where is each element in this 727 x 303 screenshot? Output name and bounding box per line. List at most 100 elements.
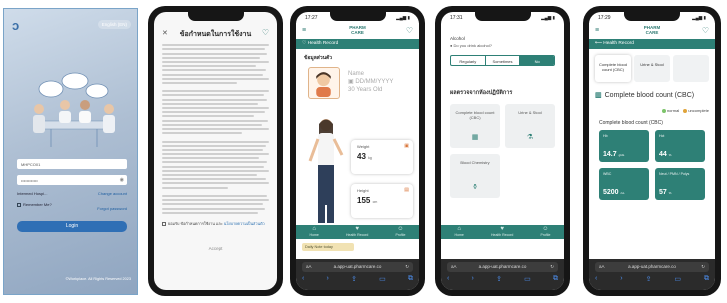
url-text: a.app-uat.pharmcare.co [478, 264, 527, 269]
weight-number: 43 [357, 152, 366, 161]
nav-profile[interactable]: ☺ Profile [540, 226, 550, 238]
weight-card[interactable]: Weight ▣ 43 kg [351, 140, 413, 174]
accept-button[interactable]: Accept [154, 246, 277, 251]
daily-note-button[interactable]: Daily Note today [302, 243, 354, 251]
url-bar[interactable]: aA a.app-uat.pharmcare.co ↻ [302, 262, 413, 272]
heart-icon[interactable]: ♡ [406, 26, 413, 35]
terms-text-line [162, 77, 269, 80]
text-size-icon[interactable]: aA [451, 262, 457, 272]
cbc-heading-text: Complete blood count (CBC) [604, 92, 695, 99]
remember-label: Remember Me? [23, 202, 52, 207]
share-icon[interactable]: ⇪ [646, 275, 652, 283]
app-header: ≡ PHARM CARE ♡ [296, 23, 419, 39]
remember-me[interactable]: Remember Me? [17, 202, 52, 211]
terms-text-line [162, 90, 269, 93]
browser-nav: ‹ › ⇪ ▭ ⧉ [595, 275, 709, 283]
terms-text-line [162, 174, 258, 176]
text-size-icon[interactable]: aA [306, 262, 312, 272]
menu-icon[interactable]: ≡ [595, 27, 599, 34]
terms-text-line [162, 102, 259, 105]
forward-icon[interactable]: › [620, 275, 622, 283]
bookmarks-icon[interactable]: ▭ [674, 275, 681, 283]
terms-text-line [162, 207, 265, 210]
terms-text-line [162, 144, 266, 147]
phone-notch [329, 12, 386, 21]
phone-notch [187, 12, 244, 21]
option-no[interactable]: No [520, 56, 554, 65]
option-sometimes[interactable]: Sometimes [486, 56, 521, 65]
metric-card-hb[interactable]: Hb 14.7 g/dL [599, 130, 649, 162]
bookmarks-icon[interactable]: ▭ [524, 275, 531, 283]
back-arrow-icon[interactable]: ⟵ [595, 41, 602, 46]
terms-text-line [162, 119, 268, 122]
nav-home[interactable]: ⌂ Home [310, 226, 319, 238]
app-logo-icon: ↄ [12, 18, 20, 33]
privacy-policy-link[interactable]: นโยบายความเป็นส่วนตัว [224, 222, 265, 226]
heart-icon[interactable]: ♡ [702, 26, 709, 35]
forward-icon[interactable]: › [327, 275, 329, 283]
browser-bar: aA a.app-uat.pharmcare.co ↻ ‹ › ⇪ ▭ ⧉ [441, 259, 564, 290]
terms-text-line [162, 127, 269, 130]
nav-home-label: Home [454, 233, 464, 237]
login-button[interactable]: Login [17, 221, 127, 232]
tile-urine-stool[interactable]: Urine & Stool ⚗ [505, 104, 555, 148]
tabs-icon[interactable]: ⧉ [408, 275, 413, 283]
remember-checkbox[interactable] [17, 202, 21, 207]
url-bar[interactable]: aA a.app-uat.pharmcare.co ↻ [447, 262, 558, 272]
height-card[interactable]: Height ▤ 155 cm [351, 184, 413, 218]
tabs-icon[interactable]: ⧉ [704, 275, 709, 283]
nav-health-record[interactable]: ♥ Health Record [491, 226, 513, 238]
tabs-icon[interactable]: ⧉ [553, 275, 558, 283]
weight-label: Weight [357, 144, 370, 149]
bookmarks-icon[interactable]: ▭ [379, 275, 386, 283]
username-field[interactable]: MHPCO01 [17, 159, 127, 169]
terms-text-line [162, 203, 263, 206]
nav-health-record[interactable]: ♥ Health Record [346, 226, 368, 238]
chip-urine-stool[interactable]: Urine & Stool [634, 55, 670, 82]
menu-icon[interactable]: ≡ [302, 27, 306, 34]
text-size-icon[interactable]: aA [599, 262, 605, 272]
metric-card-hct[interactable]: Hct 44 % [655, 130, 705, 162]
nav-profile[interactable]: ☺ Profile [395, 226, 405, 238]
share-icon[interactable]: ⇪ [351, 275, 357, 283]
consent-checkbox[interactable] [162, 222, 166, 226]
nav-home[interactable]: ⌂ Home [455, 226, 464, 238]
login-form: MHPCO01 •••••••••••• ◉ Intermed Hospi... … [17, 159, 127, 232]
url-bar[interactable]: aA a.app-uat.pharmcare.co ↻ [595, 262, 709, 272]
terms-text-line [162, 52, 267, 55]
chip-cbc[interactable]: Complete blood count (CBC) [595, 55, 631, 82]
metric-card-wbc[interactable]: WBC 5200 /uL [599, 168, 649, 200]
avatar-illustration [316, 72, 331, 97]
back-strip[interactable]: ⟵ Health Record [589, 39, 715, 49]
tile-cbc[interactable]: Complete blood count (CBC) ▦ [450, 104, 500, 148]
browser-nav: ‹ › ⇪ ▭ ⧉ [447, 275, 558, 283]
status-time: 17:29 [598, 15, 611, 21]
tile-blood-chemistry[interactable]: Blood Chemistry ⚱ [450, 154, 500, 198]
tile-chem-label: Blood Chemistry [460, 160, 490, 165]
forgot-password-link[interactable]: Forgot password [97, 206, 127, 211]
share-icon[interactable]: ⇪ [496, 275, 502, 283]
option-regularly[interactable]: Regularly [451, 56, 486, 65]
back-icon[interactable]: ‹ [302, 275, 304, 283]
back-icon[interactable]: ‹ [447, 275, 449, 283]
metric-card-neut[interactable]: Neut / PMN / Polys 57 % [655, 168, 705, 200]
chip-more[interactable] [673, 55, 709, 82]
change-account-link[interactable]: Change account [98, 191, 127, 196]
eye-icon[interactable]: ◉ [120, 177, 124, 183]
reload-icon[interactable]: ↻ [405, 262, 409, 272]
forward-icon[interactable]: › [472, 275, 474, 283]
test-chips: Complete blood count (CBC) Urine & Stool [595, 55, 709, 82]
consent-row[interactable]: ยอมรับ ข้อกำหนดการใช้งาน และ นโยบายความเ… [162, 222, 269, 227]
password-field[interactable]: •••••••••••• ◉ [17, 175, 127, 185]
avatar[interactable] [308, 67, 340, 99]
normal-dot-icon [661, 108, 666, 113]
scale-icon: ▣ [404, 143, 409, 149]
back-icon[interactable]: ‹ [595, 275, 597, 283]
metric-key: Hb [603, 134, 608, 138]
language-select[interactable]: English (EN) [97, 20, 131, 29]
metric-value: 5200 /uL [603, 189, 625, 196]
reload-icon[interactable]: ↻ [701, 262, 705, 272]
app-header: ≡ PHARM CARE ♡ [589, 23, 715, 39]
terms-text-line [162, 98, 267, 101]
reload-icon[interactable]: ↻ [550, 262, 554, 272]
